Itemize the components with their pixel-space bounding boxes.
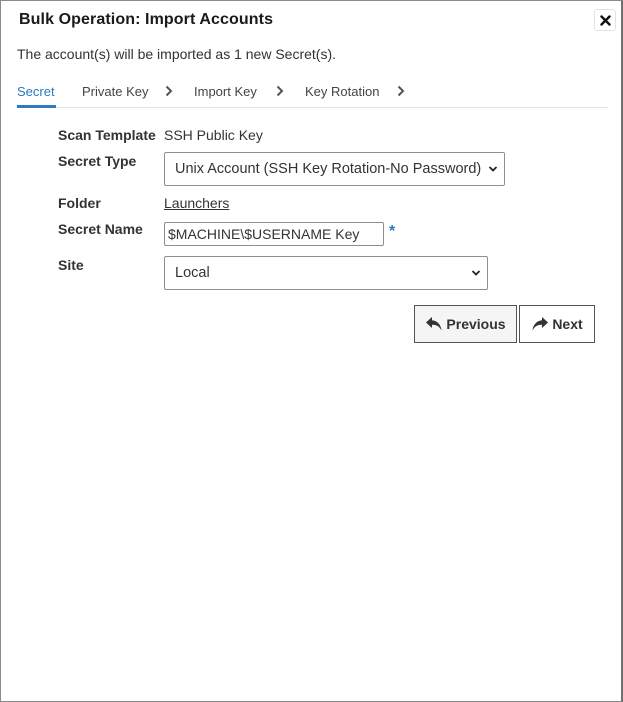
tab-secret[interactable]: Secret [17, 84, 55, 99]
reply-arrow-icon [426, 317, 442, 331]
secret-type-select[interactable]: Unix Account (SSH Key Rotation-No Passwo… [164, 152, 505, 186]
forward-arrow-icon [532, 317, 549, 331]
tab-private-key[interactable]: Private Key [82, 84, 148, 99]
chevron-down-icon [471, 270, 481, 276]
secret-name-label: Secret Name [58, 221, 143, 237]
secret-type-selected: Unix Account (SSH Key Rotation-No Passwo… [175, 161, 482, 177]
import-accounts-dialog: Bulk Operation: Import Accounts The acco… [0, 0, 623, 702]
tab-import-key[interactable]: Import Key [194, 84, 257, 99]
next-button-label: Next [552, 316, 583, 332]
secret-name-input[interactable] [164, 222, 384, 246]
chevron-down-icon [488, 166, 498, 172]
close-icon [599, 14, 611, 26]
next-button[interactable]: Next [519, 305, 595, 343]
tab-key-rotation[interactable]: Key Rotation [305, 84, 379, 99]
site-select[interactable]: Local [164, 256, 488, 290]
previous-button-label: Previous [446, 316, 506, 332]
secret-type-label: Secret Type [58, 153, 137, 169]
folder-link[interactable]: Launchers [164, 195, 229, 211]
dialog-description: The account(s) will be imported as 1 new… [17, 46, 337, 62]
scan-template-label: Scan Template [58, 127, 156, 143]
chevron-right-icon [165, 85, 173, 97]
active-tab-indicator [17, 105, 56, 108]
site-label: Site [58, 257, 84, 273]
wizard-steps: Secret Private Key Import Key Key Rotati… [17, 81, 608, 108]
close-button[interactable] [594, 9, 616, 31]
chevron-right-icon [276, 85, 284, 97]
site-selected: Local [175, 265, 210, 281]
dialog-title: Bulk Operation: Import Accounts [19, 11, 274, 28]
previous-button[interactable]: Previous [414, 305, 517, 343]
required-marker: * [389, 223, 396, 240]
chevron-right-icon [397, 85, 405, 97]
folder-label: Folder [58, 195, 101, 211]
scan-template-value: SSH Public Key [164, 127, 263, 143]
